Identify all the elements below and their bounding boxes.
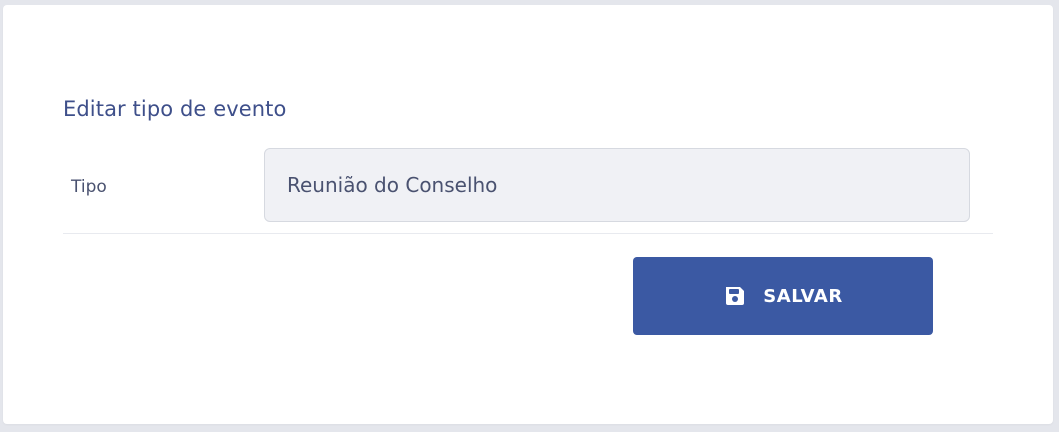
tipo-label: Tipo (71, 177, 107, 197)
divider (63, 233, 993, 234)
tipo-input[interactable] (264, 148, 970, 222)
save-button-label: SALVAR (763, 285, 843, 307)
form-title: Editar tipo de evento (63, 97, 287, 121)
floppy-disk-icon (723, 284, 747, 308)
save-button[interactable]: SALVAR (633, 257, 933, 335)
edit-event-type-card: Editar tipo de evento Tipo SALVAR (3, 5, 1053, 424)
